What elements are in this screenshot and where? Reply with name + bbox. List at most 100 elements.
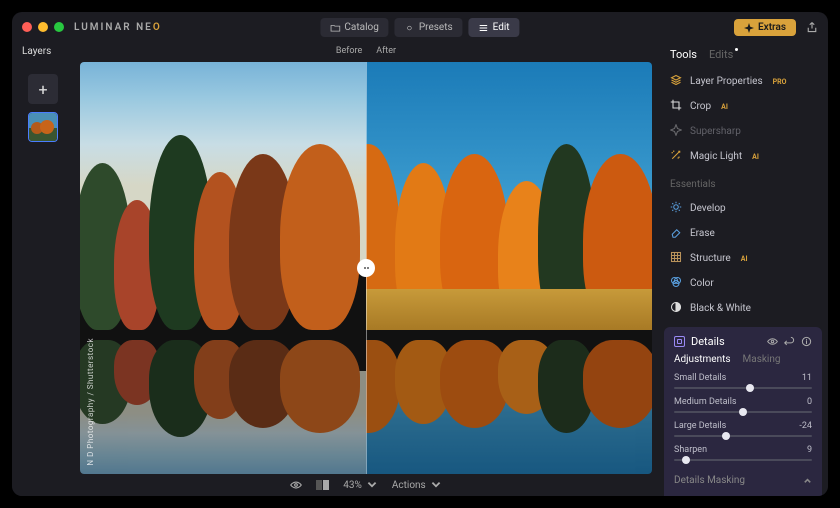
slider-track[interactable] [674,435,812,437]
crop-icon [670,99,682,114]
tool-tag: AI [752,153,759,161]
minimize-button[interactable] [38,22,48,32]
compare-labels: Before After [74,42,658,62]
tool-tag: PRO [773,78,787,86]
top-nav: Catalog Presets Edit [320,18,519,37]
slider-value: 0 [807,397,812,407]
slider-name: Medium Details [674,397,737,407]
color-icon [670,276,682,291]
slider-value: 11 [802,373,812,383]
tab-tools[interactable]: Tools [670,48,697,61]
subtab-masking[interactable]: Masking [743,354,781,365]
slider-thumb[interactable] [682,456,690,464]
folder-icon [330,23,340,33]
subtab-adjustments[interactable]: Adjustments [674,354,731,365]
details-panel: Details Adjustments Masking Small Detail… [664,327,822,496]
tool-erase[interactable]: Erase [658,221,828,246]
layers-panel: Layers + [12,42,74,496]
tool-label: Layer Properties [690,76,763,87]
structure-icon [670,251,682,266]
zoom-level[interactable]: 43% [343,479,378,491]
layers-title: Layers [22,46,51,57]
app-logo: LUMINAR NEO [74,22,162,33]
detail-sliders-group: Small Details 11 Medium Details 0 Large … [674,373,812,461]
layer-thumbnail[interactable] [28,112,58,142]
details-header[interactable]: Details [674,335,812,348]
slider-name: Sharpen [674,445,707,455]
share-button[interactable] [806,18,818,37]
erase-icon [670,226,682,241]
compare-toggle[interactable] [316,480,329,490]
slider-thumb[interactable] [739,408,747,416]
thumbnail-image [29,113,58,142]
panel-tabs: Tools Edits [658,42,828,67]
add-layer-button[interactable]: + [28,74,58,104]
slider-value: -24 [799,421,812,431]
develop-icon [670,201,682,216]
top-right-controls: Extras [734,18,818,37]
tool-label: Black & White [690,303,751,314]
tool-list-essentials: Develop Erase Structure AI Color Black &… [658,194,828,323]
slider-track[interactable] [674,411,812,413]
slider-value: 9 [807,445,812,455]
details-masking-header[interactable]: Details Masking [674,469,812,488]
compare-icon [316,480,329,490]
slider-thumb[interactable] [746,384,754,392]
sparkle-icon [405,23,415,33]
image-viewer: Before After [74,42,658,496]
undo-icon[interactable] [784,336,795,347]
tool-magic-light[interactable]: Magic Light AI [658,144,828,169]
chevron-down-icon [366,479,378,491]
chevron-down-icon [430,479,442,491]
tool-label: Crop [690,101,711,112]
slider-large-details: Large Details -24 [674,421,812,437]
info-icon[interactable] [801,336,812,347]
close-button[interactable] [22,22,32,32]
window-controls [22,22,64,32]
viewer-footer: 43% Actions [74,474,658,496]
slider-name: Large Details [674,421,726,431]
slider-name: Small Details [674,373,726,383]
catalog-button[interactable]: Catalog [320,18,388,37]
supersharp-icon [670,124,682,139]
tool-crop[interactable]: Crop AI [658,94,828,119]
tool-color[interactable]: Color [658,271,828,296]
tool-tag: AI [741,255,748,263]
tool-layer-properties[interactable]: Layer Properties PRO [658,69,828,94]
presets-button[interactable]: Presets [395,18,463,37]
tool-tag: AI [721,103,728,111]
tab-edits[interactable]: Edits [709,48,738,61]
eye-icon[interactable] [767,336,778,347]
tool-structure[interactable]: Structure AI [658,246,828,271]
image-credit: N D Photography / Shutterstock [86,338,95,466]
slider-medium-details: Medium Details 0 [674,397,812,413]
bw-icon [670,301,682,316]
extras-button[interactable]: Extras [734,19,796,36]
tool-black-&-white[interactable]: Black & White [658,296,828,321]
maximize-button[interactable] [54,22,64,32]
canvas[interactable]: N D Photography / Shutterstock [80,62,652,474]
tool-label: Color [690,278,714,289]
tool-develop[interactable]: Develop [658,196,828,221]
tool-label: Supersharp [690,126,741,137]
app-body: Layers + Before After [12,42,828,496]
tool-list-top: Layer Properties PRO Crop AI Supersharp … [658,67,828,171]
tool-supersharp[interactable]: Supersharp [658,119,828,144]
edit-button[interactable]: Edit [469,18,520,37]
slider-thumb[interactable] [722,432,730,440]
before-label: Before [336,46,362,62]
details-tabs: Adjustments Masking [674,354,812,365]
compare-handle[interactable] [357,259,375,277]
tool-label: Magic Light [690,151,742,162]
actions-menu[interactable]: Actions [392,479,442,491]
app-window: LUMINAR NEO Catalog Presets Edit Extras [12,12,828,496]
slider-track[interactable] [674,387,812,389]
after-half [366,62,652,474]
layer-icon [670,74,682,89]
tool-label: Erase [690,228,715,239]
visibility-toggle[interactable] [290,479,302,491]
details-icon [674,336,685,347]
sliders-icon [479,23,489,33]
slider-small-details: Small Details 11 [674,373,812,389]
slider-track[interactable] [674,459,812,461]
